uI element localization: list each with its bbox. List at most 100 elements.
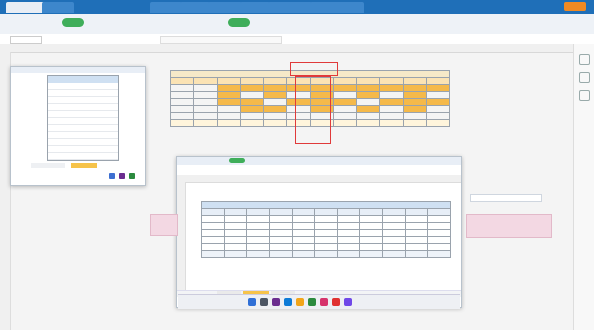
cell[interactable]: [382, 215, 406, 223]
cell[interactable]: [314, 236, 338, 244]
cell[interactable]: [262, 91, 288, 99]
cell[interactable]: [355, 119, 381, 127]
app-icon[interactable]: [109, 173, 115, 179]
cell[interactable]: [314, 250, 338, 258]
tab[interactable]: [150, 2, 182, 13]
cell[interactable]: [427, 236, 451, 244]
cell[interactable]: [268, 243, 293, 251]
cell[interactable]: [379, 105, 404, 113]
cell[interactable]: [246, 215, 270, 223]
cell[interactable]: [402, 91, 427, 99]
cell[interactable]: [262, 84, 288, 92]
cell[interactable]: [382, 250, 406, 258]
cell[interactable]: [355, 112, 381, 120]
cell[interactable]: [291, 222, 316, 230]
right-notification-panel[interactable]: [466, 214, 552, 238]
cell[interactable]: [291, 236, 316, 244]
cell[interactable]: [382, 236, 406, 244]
cell[interactable]: [359, 222, 383, 230]
cell[interactable]: [359, 243, 383, 251]
cell[interactable]: [193, 98, 218, 106]
cell[interactable]: [427, 229, 451, 237]
side-panel-icon[interactable]: [579, 90, 590, 101]
browser-icon[interactable]: [284, 298, 292, 306]
cell[interactable]: [314, 222, 338, 230]
cell[interactable]: [262, 112, 288, 120]
cell[interactable]: [404, 236, 429, 244]
cell[interactable]: [246, 222, 270, 230]
cell[interactable]: [382, 243, 406, 251]
cell[interactable]: [201, 243, 225, 251]
cell[interactable]: [169, 84, 195, 92]
cell[interactable]: [223, 243, 248, 251]
cell[interactable]: [268, 250, 293, 258]
cell[interactable]: [193, 105, 218, 113]
left-notification-panel[interactable]: [150, 214, 178, 236]
cell[interactable]: [216, 119, 241, 127]
cell[interactable]: [169, 98, 195, 106]
cell[interactable]: [193, 84, 218, 92]
cell[interactable]: [239, 84, 265, 92]
app-icon[interactable]: [344, 298, 352, 306]
cell[interactable]: [355, 84, 381, 92]
cell[interactable]: [239, 112, 265, 120]
formula-input[interactable]: [160, 36, 282, 44]
folder-icon[interactable]: [296, 298, 304, 306]
app-icon[interactable]: [129, 173, 135, 179]
cell[interactable]: [223, 250, 248, 258]
cell[interactable]: [268, 222, 293, 230]
app-icon[interactable]: [272, 298, 280, 306]
right-input[interactable]: [470, 194, 542, 202]
cell[interactable]: [239, 98, 265, 106]
cell[interactable]: [379, 112, 404, 120]
cell[interactable]: [216, 84, 241, 92]
cell[interactable]: [314, 215, 338, 223]
cell[interactable]: [336, 236, 361, 244]
side-panel-icon[interactable]: [579, 72, 590, 83]
cell[interactable]: [379, 98, 404, 106]
cell[interactable]: [402, 112, 427, 120]
cell[interactable]: [359, 215, 383, 223]
cell[interactable]: [336, 250, 361, 258]
cell[interactable]: [402, 84, 427, 92]
tab[interactable]: [180, 2, 210, 13]
cell[interactable]: [425, 98, 451, 106]
cell[interactable]: [427, 250, 451, 258]
cell[interactable]: [404, 215, 429, 223]
cell[interactable]: [425, 91, 451, 99]
ribbon-active-item[interactable]: [228, 18, 250, 27]
cell[interactable]: [193, 91, 218, 99]
cell[interactable]: [314, 229, 338, 237]
cell[interactable]: [291, 229, 316, 237]
cell[interactable]: [332, 112, 358, 120]
sheet-tab-active[interactable]: [71, 163, 97, 168]
cell[interactable]: [355, 105, 381, 113]
tab[interactable]: [268, 2, 312, 13]
ribbon-active-item[interactable]: [229, 158, 245, 163]
cell[interactable]: [201, 236, 225, 244]
cell[interactable]: [332, 84, 358, 92]
cell[interactable]: [201, 250, 225, 258]
cell[interactable]: [404, 222, 429, 230]
cell[interactable]: [402, 105, 427, 113]
cell[interactable]: [193, 119, 218, 127]
cell[interactable]: [223, 229, 248, 237]
cell[interactable]: [379, 119, 404, 127]
cell[interactable]: [262, 98, 288, 106]
cell[interactable]: [216, 112, 241, 120]
cell[interactable]: [223, 222, 248, 230]
action-button[interactable]: [564, 2, 586, 11]
cell[interactable]: [355, 91, 381, 99]
cell[interactable]: [427, 243, 451, 251]
cell[interactable]: [359, 229, 383, 237]
cell[interactable]: [336, 222, 361, 230]
cell[interactable]: [404, 229, 429, 237]
cell[interactable]: [216, 91, 241, 99]
cell[interactable]: [404, 250, 429, 258]
cell[interactable]: [382, 229, 406, 237]
cell[interactable]: [216, 105, 241, 113]
cell[interactable]: [336, 243, 361, 251]
cell[interactable]: [223, 236, 248, 244]
cell[interactable]: [402, 98, 427, 106]
tab[interactable]: [310, 2, 364, 13]
